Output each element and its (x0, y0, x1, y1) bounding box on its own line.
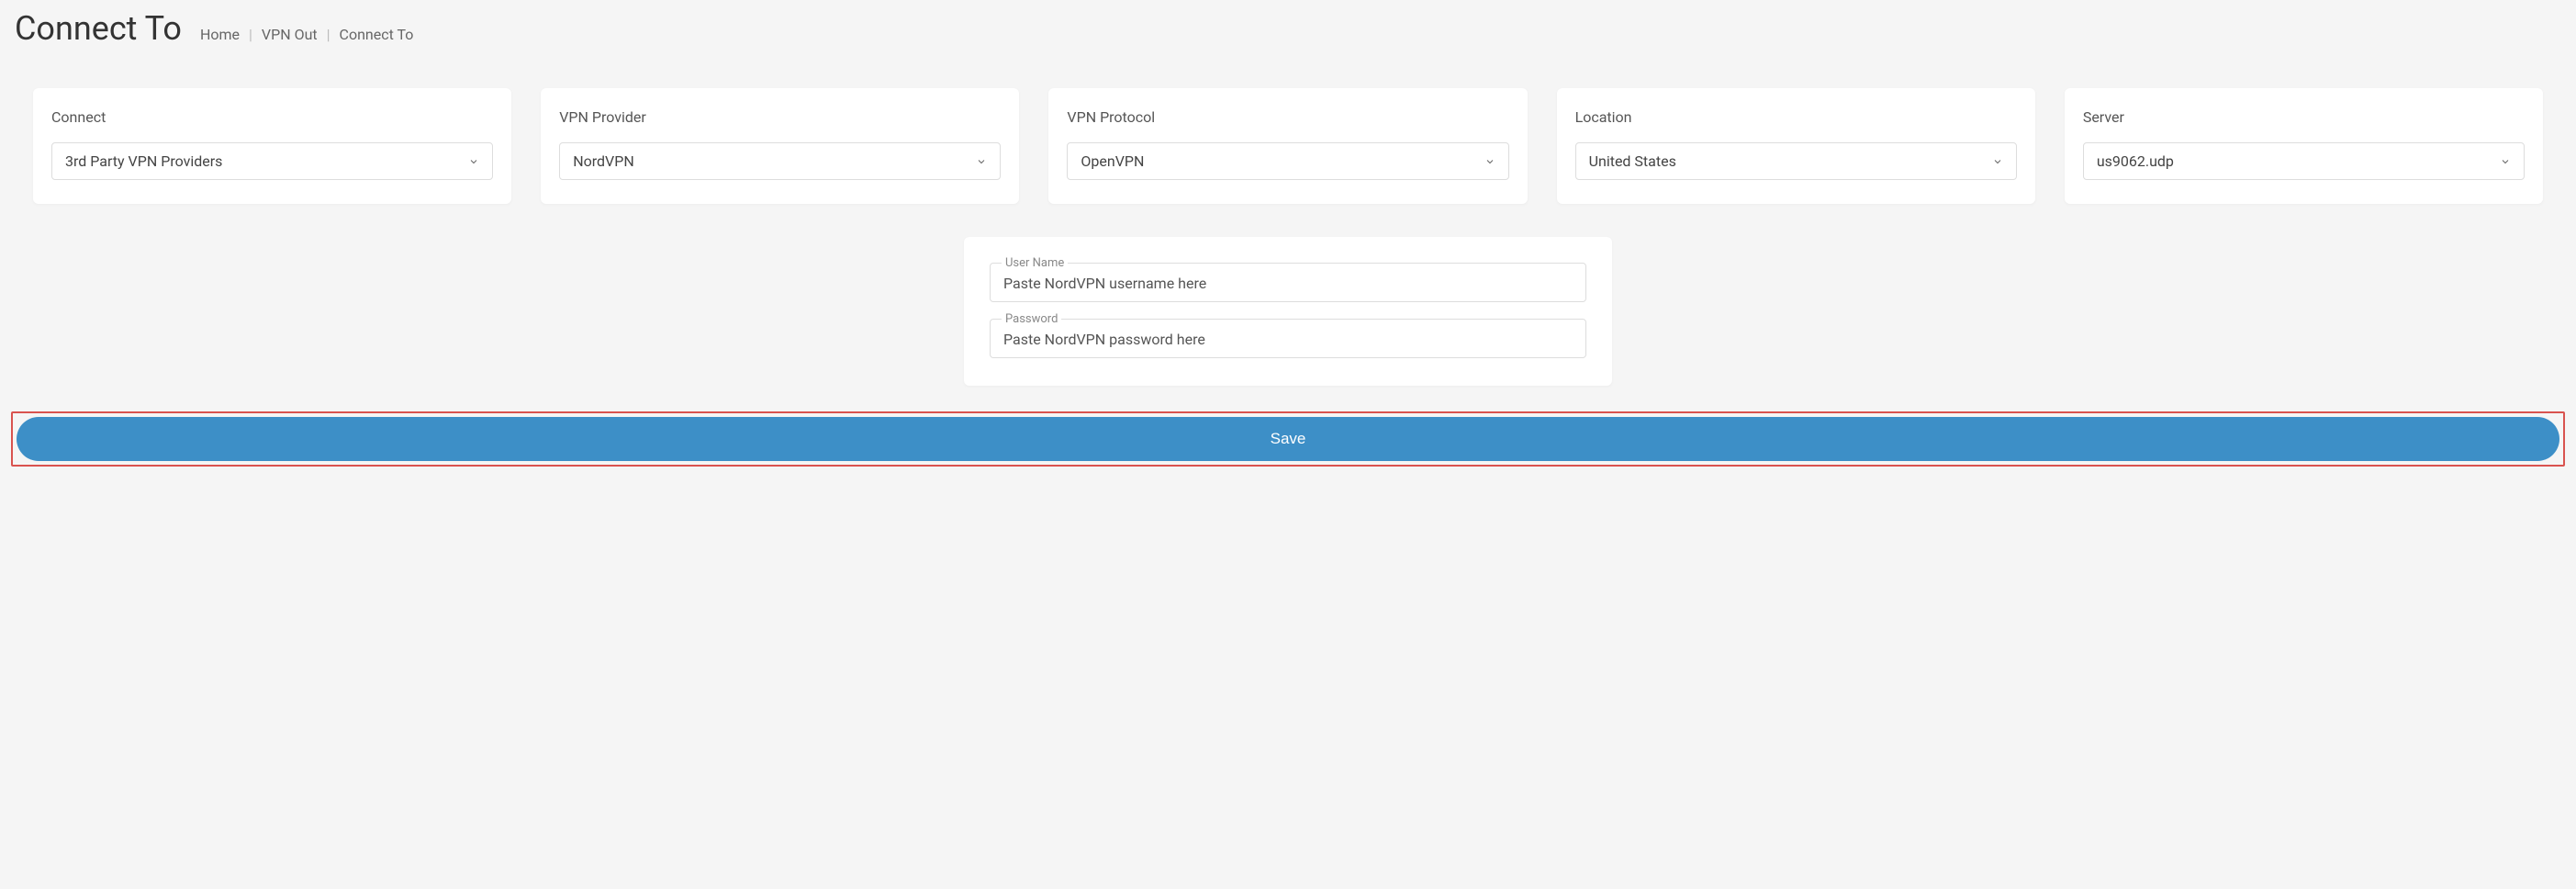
breadcrumb-sep: | (249, 26, 252, 43)
card-vpn-protocol: VPN Protocol OpenVPN (1048, 88, 1527, 204)
username-label: User Name (1002, 256, 1068, 270)
card-location: Location United States (1557, 88, 2035, 204)
breadcrumb-connect-to: Connect To (340, 26, 414, 43)
chevron-down-icon (1992, 156, 2003, 167)
card-server-label: Server (2083, 108, 2525, 126)
credentials-card: User Name Password (964, 237, 1612, 386)
card-server: Server us9062.udp (2065, 88, 2543, 204)
password-input[interactable] (991, 320, 1585, 357)
card-vpn-provider-label: VPN Provider (559, 108, 1001, 126)
username-input[interactable] (991, 264, 1585, 301)
password-field-group: Password (990, 319, 1586, 358)
breadcrumb: Home | VPN Out | Connect To (200, 26, 413, 43)
chevron-down-icon (2500, 156, 2511, 167)
page-header: Connect To Home | VPN Out | Connect To (0, 0, 2576, 70)
select-connect[interactable]: 3rd Party VPN Providers (51, 142, 493, 180)
select-vpn-protocol-value: OpenVPN (1081, 152, 1144, 170)
username-field-group: User Name (990, 263, 1586, 302)
save-button[interactable]: Save (17, 417, 2559, 461)
card-connect: Connect 3rd Party VPN Providers (33, 88, 511, 204)
card-vpn-provider: VPN Provider NordVPN (541, 88, 1019, 204)
breadcrumb-home[interactable]: Home (200, 26, 240, 43)
card-connect-label: Connect (51, 108, 493, 126)
select-location[interactable]: United States (1575, 142, 2017, 180)
save-highlight-box: Save (11, 411, 2565, 467)
breadcrumb-vpn-out[interactable]: VPN Out (262, 26, 318, 43)
card-location-label: Location (1575, 108, 2017, 126)
chevron-down-icon (976, 156, 987, 167)
page-title: Connect To (15, 9, 182, 48)
select-server[interactable]: us9062.udp (2083, 142, 2525, 180)
breadcrumb-sep: | (327, 26, 330, 43)
card-vpn-protocol-label: VPN Protocol (1067, 108, 1508, 126)
select-location-value: United States (1589, 152, 1676, 170)
chevron-down-icon (1484, 156, 1495, 167)
select-server-value: us9062.udp (2097, 152, 2174, 170)
select-vpn-provider-value: NordVPN (573, 152, 634, 170)
select-vpn-provider[interactable]: NordVPN (559, 142, 1001, 180)
settings-cards-row: Connect 3rd Party VPN Providers VPN Prov… (0, 88, 2576, 204)
chevron-down-icon (468, 156, 479, 167)
select-vpn-protocol[interactable]: OpenVPN (1067, 142, 1508, 180)
select-connect-value: 3rd Party VPN Providers (65, 152, 222, 170)
password-label: Password (1002, 312, 1061, 326)
